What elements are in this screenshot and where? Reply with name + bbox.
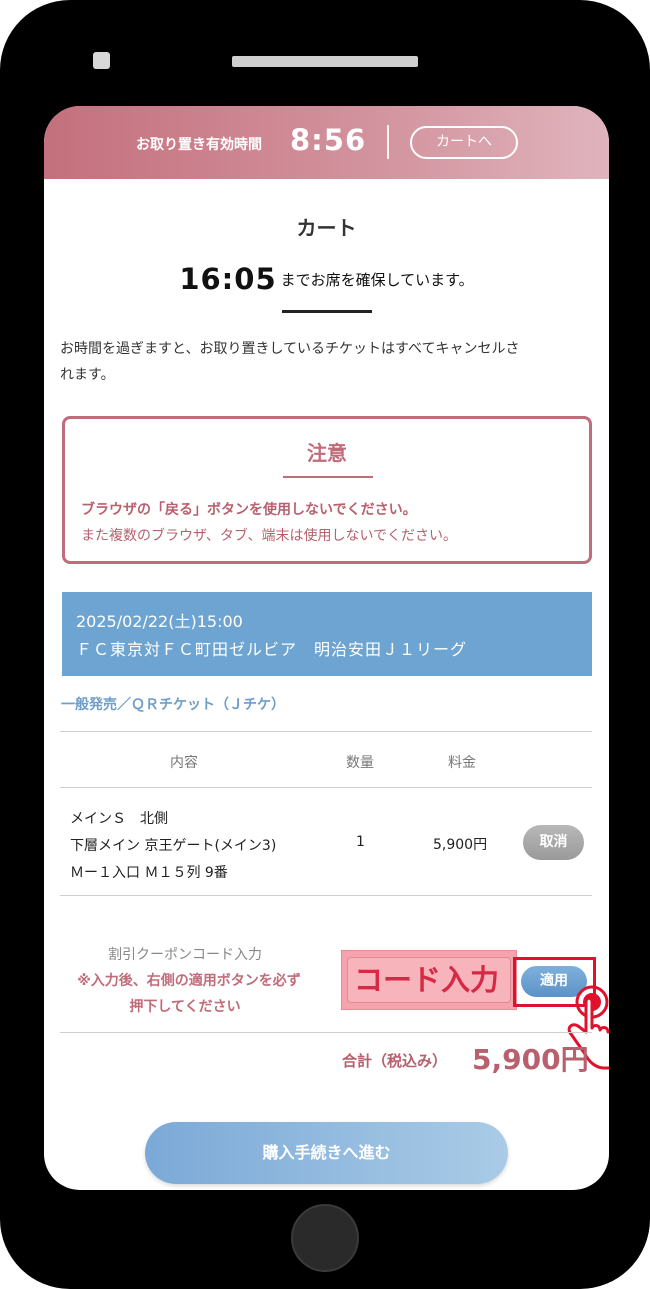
divider — [283, 476, 373, 478]
event-banner: 2025/02/22(土)15:00 ＦＣ東京対ＦＣ町田ゼルビア 明治安田Ｊ１リ… — [62, 592, 592, 676]
cancellation-notice: お時間を過ぎますと、お取り置きしているチケットはすべてキャンセルさ れます。 — [60, 336, 590, 388]
event-datetime: 2025/02/22(土)15:00 — [76, 612, 243, 631]
table-divider — [60, 1032, 592, 1033]
divider — [282, 310, 372, 313]
seat-number: Ｍー１入口 Ｍ１５列 9番 — [70, 865, 228, 881]
warning-line: また複数のブラウザ、タブ、端末は使用しないでください。 — [81, 528, 458, 544]
notice-line: お時間を過ぎますと、お取り置きしているチケットはすべてキャンセルさ — [60, 341, 520, 357]
hold-until-time: 16:05 — [179, 262, 277, 296]
coupon-note: 押下してください — [129, 999, 241, 1015]
total-label: 合計（税込み） — [342, 1052, 448, 1070]
home-button[interactable] — [291, 1204, 359, 1272]
warning-line: ブラウザの「戻る」ボタンを使用しないでください。 — [81, 502, 417, 518]
speaker-grille — [232, 56, 418, 67]
hold-timer-value: 8:56 — [290, 123, 367, 157]
hold-until-row: 16:05 までお席を確保しています。 — [44, 262, 609, 296]
table-divider — [60, 895, 592, 896]
hold-timer-label: お取り置き有効時間 — [136, 137, 262, 153]
cancel-ticket-button[interactable]: 取消 — [523, 825, 584, 860]
coupon-label: 割引クーポンコード入力 — [108, 947, 262, 963]
notice-line: れます。 — [60, 367, 115, 383]
phone-frame: お取り置き有効時間 8:56 カートへ カート 16:05 までお席を確保していま… — [0, 0, 650, 1289]
event-name: ＦＣ東京対ＦＣ町田ゼルビア 明治安田Ｊ１リーグ — [76, 640, 468, 659]
go-to-cart-button[interactable]: カートへ — [410, 126, 518, 159]
warning-title: 注意 — [307, 441, 347, 465]
coupon-note: ※入力後、右側の適用ボタンを必ず — [77, 973, 301, 989]
column-header-qty: 数量 — [346, 755, 374, 771]
hold-until-text: までお席を確保しています。 — [280, 270, 474, 289]
camera-icon — [93, 52, 110, 69]
proceed-to-purchase-button[interactable]: 購入手続きへ進む — [145, 1122, 508, 1184]
column-header-content: 内容 — [170, 755, 198, 771]
seat-category: メインＳ 北側 — [70, 811, 168, 827]
coupon-code-input[interactable] — [347, 957, 511, 1003]
coupon-input-highlight — [341, 950, 517, 1010]
column-header-price: 料金 — [448, 755, 476, 771]
ticket-price: 5,900円 — [433, 837, 488, 853]
phone-screen: お取り置き有効時間 8:56 カートへ カート 16:05 までお席を確保していま… — [44, 106, 609, 1190]
seat-area: 下層メイン 京王ゲート(メイン3) — [70, 838, 277, 854]
hold-timer-bar: お取り置き有効時間 8:56 カートへ — [44, 106, 609, 179]
page-title: カート — [296, 216, 357, 240]
warning-box: 注意 ブラウザの「戻る」ボタンを使用しないでください。 また複数のブラウザ、タブ… — [62, 416, 592, 564]
divider — [387, 125, 389, 159]
total-amount: 5,900円 — [472, 1043, 589, 1076]
ticket-quantity: 1 — [356, 834, 365, 850]
ticket-type-label: 一般発売／ＱＲチケット（Ｊチケ） — [61, 697, 285, 713]
table-divider — [60, 787, 592, 788]
table-divider — [60, 731, 592, 732]
